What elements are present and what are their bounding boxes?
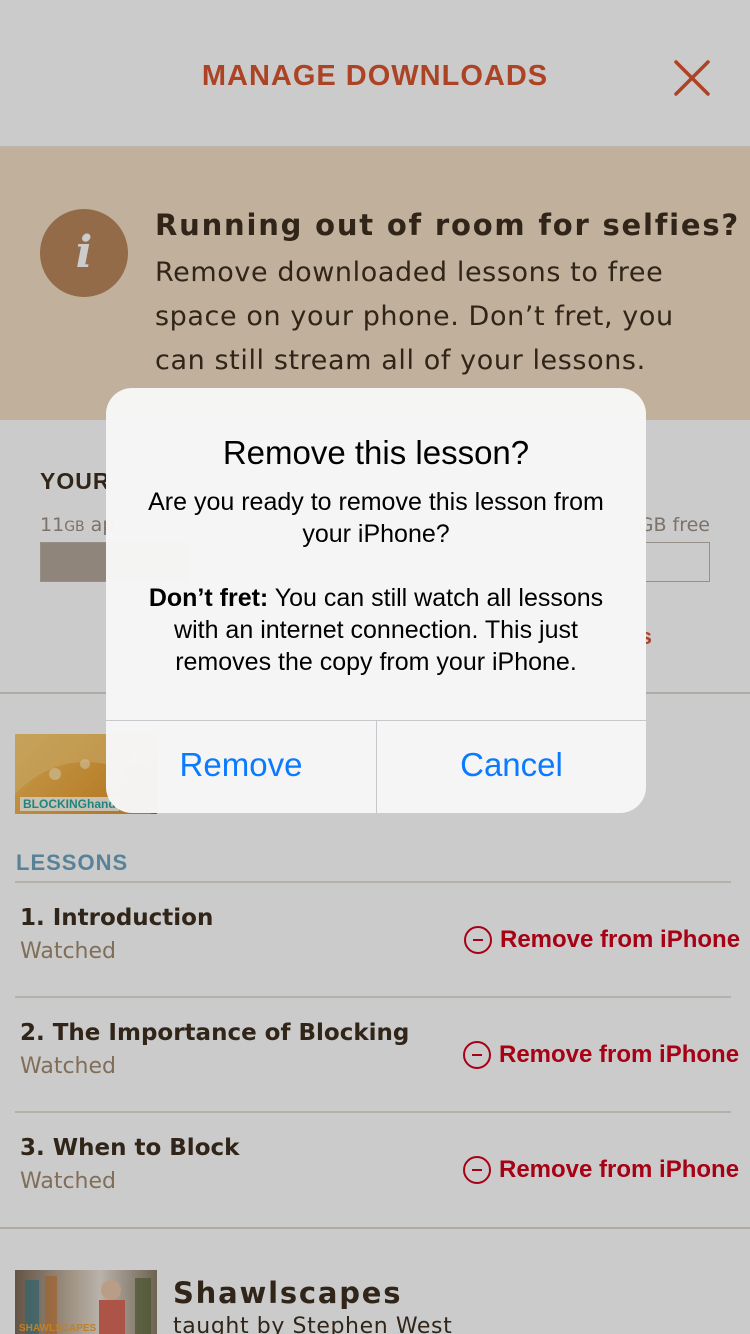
alert-title: Remove this lesson? <box>222 434 530 471</box>
remove-lesson-alert: Remove this lesson? Are you ready to rem… <box>106 388 646 813</box>
remove-button[interactable]: Remove <box>106 721 376 813</box>
alert-button-row: Remove Cancel <box>106 720 646 813</box>
alert-note-bold: Don’t fret: <box>148 584 269 612</box>
alert-note: Don’t fret: You can still watch all less… <box>130 582 622 678</box>
alert-message: Are you ready to remove this lesson from… <box>148 488 604 548</box>
cancel-button[interactable]: Cancel <box>376 721 646 813</box>
